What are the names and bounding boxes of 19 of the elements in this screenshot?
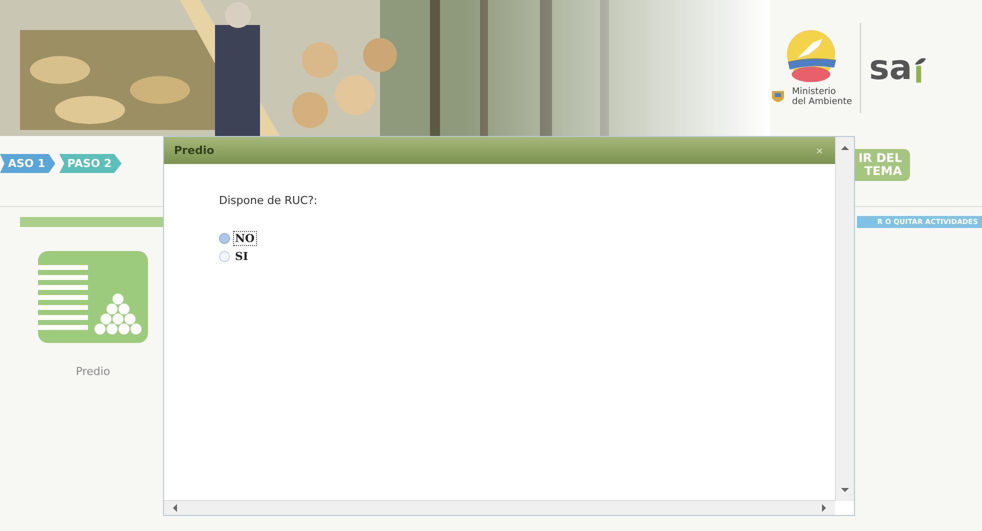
tile-label: Predio — [76, 365, 110, 378]
question-label: Dispone de RUC?: — [219, 194, 318, 207]
ministry-name: Ministerio del Ambiente — [792, 87, 852, 107]
horizontal-scrollbar[interactable] — [164, 500, 835, 515]
scroll-left-icon[interactable] — [172, 504, 178, 512]
option-label[interactable]: NO — [233, 230, 257, 246]
scroll-right-icon[interactable] — [821, 504, 827, 512]
vertical-scrollbar[interactable] — [835, 137, 854, 501]
scroll-up-icon[interactable] — [841, 145, 849, 151]
close-button[interactable]: × — [814, 144, 825, 158]
step-tab[interactable]: PASO 2 — [59, 154, 122, 173]
step-tab[interactable]: ASO 1 — [0, 154, 56, 173]
timber-stack-icon[interactable] — [38, 251, 148, 343]
scroll-down-icon[interactable] — [841, 487, 849, 493]
option-label[interactable]: SI — [233, 248, 250, 264]
sai-logo: sa — [869, 51, 926, 85]
radio-button[interactable] — [219, 232, 230, 244]
dialog-title: Predio — [174, 144, 214, 157]
radio-button[interactable] — [219, 250, 230, 262]
